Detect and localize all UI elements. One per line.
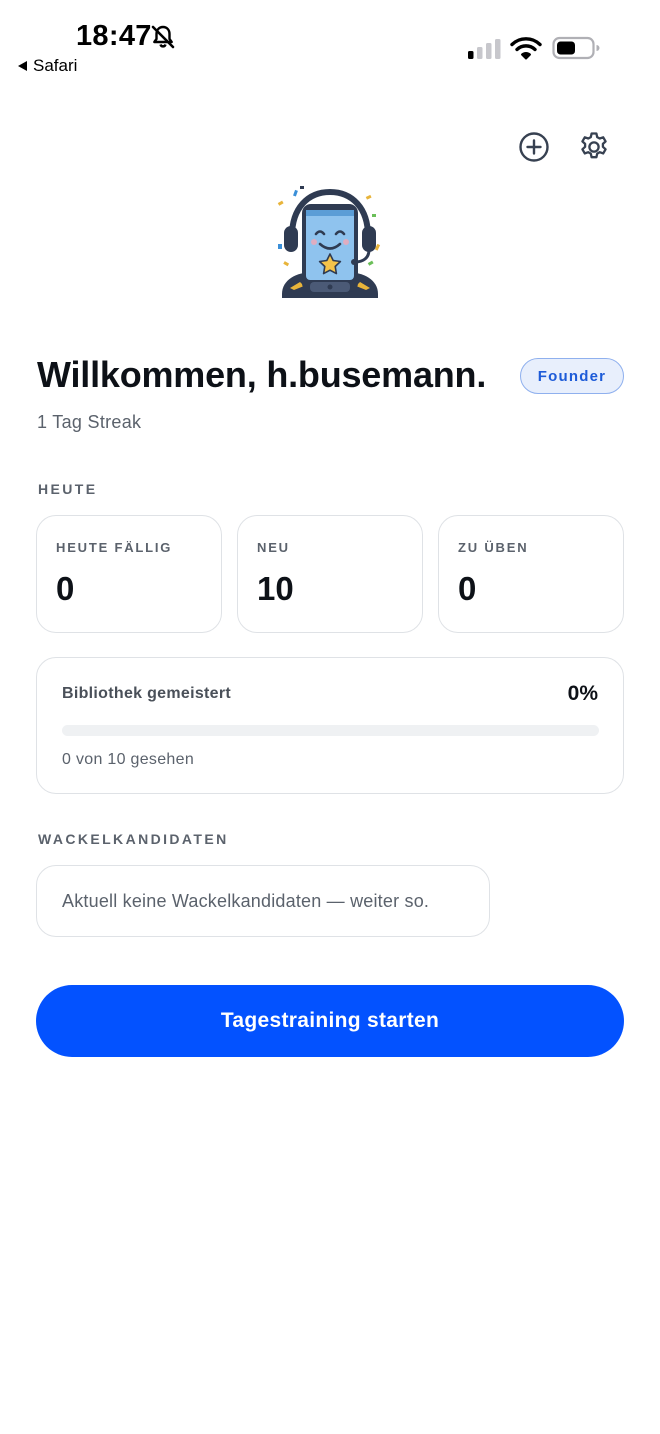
stat-label: ZU ÜBEN bbox=[458, 540, 529, 555]
back-arrow-icon bbox=[18, 61, 27, 71]
library-title: Bibliothek gemeistert bbox=[62, 685, 232, 702]
add-button[interactable] bbox=[517, 130, 551, 164]
library-progress-bar bbox=[62, 725, 599, 736]
stat-card-to-practice[interactable]: ZU ÜBEN 0 bbox=[438, 515, 624, 633]
settings-button[interactable] bbox=[577, 130, 611, 164]
back-app-label: Safari bbox=[33, 56, 78, 75]
library-seen-count: 0 von 10 gesehen bbox=[62, 751, 195, 768]
stat-card-due-today[interactable]: HEUTE FÄLLIG 0 bbox=[36, 515, 222, 633]
stat-value: 0 bbox=[458, 570, 477, 607]
battery-icon bbox=[552, 36, 600, 60]
section-label-wobble: WACKELKANDIDATEN bbox=[38, 831, 229, 847]
stat-label: HEUTE FÄLLIG bbox=[56, 540, 173, 555]
stat-card-new[interactable]: NEU 10 bbox=[237, 515, 423, 633]
library-progress-card: Bibliothek gemeistert 0% 0 von 10 gesehe… bbox=[36, 657, 624, 794]
status-time: 18:47 bbox=[76, 20, 152, 52]
back-to-safari-link[interactable]: Safari bbox=[18, 56, 77, 76]
stat-value: 10 bbox=[257, 570, 294, 607]
start-daily-training-button[interactable]: Tagestraining starten bbox=[36, 985, 624, 1057]
mascot-phone-illustration bbox=[277, 186, 381, 298]
page-title: Willkommen, h.busemann. bbox=[37, 354, 487, 395]
stat-label: NEU bbox=[257, 540, 290, 555]
section-label-today: HEUTE bbox=[38, 481, 98, 497]
stat-value: 0 bbox=[56, 570, 75, 607]
founder-badge: Founder bbox=[520, 358, 624, 394]
wifi-icon bbox=[510, 37, 542, 60]
library-percent: 0% bbox=[567, 682, 598, 705]
streak-text: 1 Tag Streak bbox=[37, 412, 142, 432]
bell-slash-icon bbox=[151, 25, 175, 49]
cellular-signal-icon bbox=[468, 39, 501, 59]
wobble-empty-state: Aktuell keine Wackelkandidaten — weiter … bbox=[36, 865, 490, 937]
